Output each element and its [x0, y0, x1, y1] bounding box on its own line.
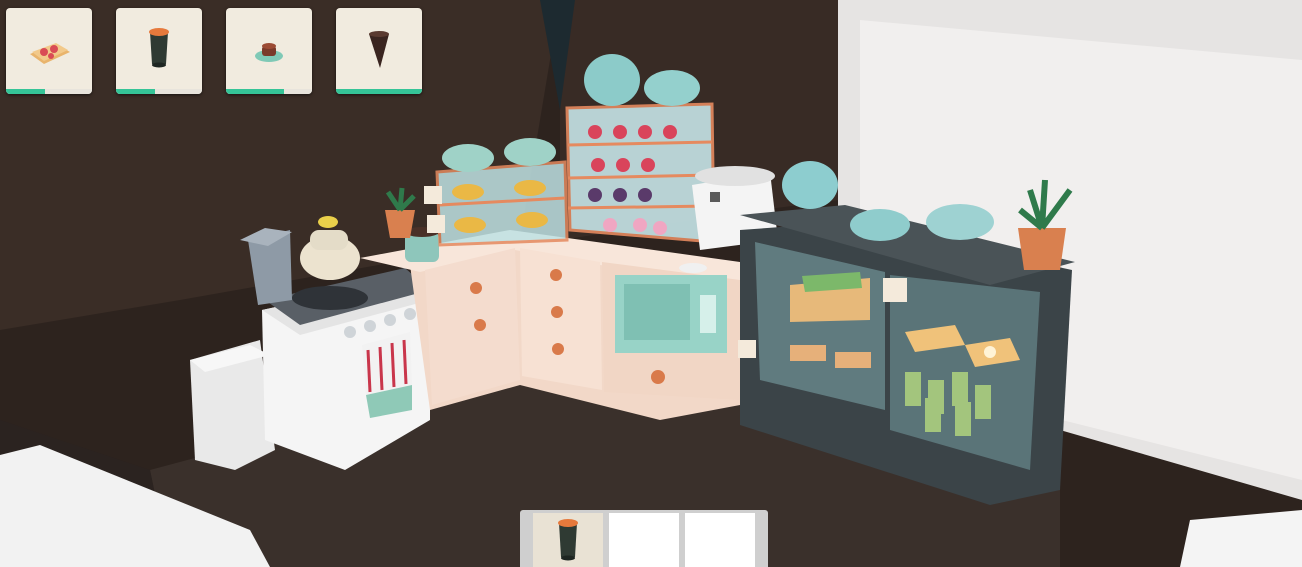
coffee-cup-icon	[255, 43, 283, 62]
order-card-iced-drink[interactable]	[116, 8, 202, 94]
toast-icon	[30, 43, 70, 64]
order-card-chocolate-cake-slice[interactable]	[336, 8, 422, 94]
iced-drink-icon	[558, 519, 578, 561]
chocolate-cake-slice-icon	[369, 31, 389, 68]
order-card-coffee-cup[interactable]	[226, 8, 312, 94]
inventory-slot-2[interactable]	[609, 513, 679, 567]
order-card-toast[interactable]	[6, 8, 92, 94]
order-progress-bar	[116, 89, 155, 94]
order-progress-bar	[6, 89, 45, 94]
iced-drink-icon	[149, 28, 169, 68]
order-progress-bar	[226, 89, 285, 94]
inventory-slot-1[interactable]	[533, 513, 603, 567]
order-progress-bar	[336, 89, 422, 94]
inventory-slot-3[interactable]	[685, 513, 755, 567]
inventory-hotbar	[520, 510, 768, 567]
